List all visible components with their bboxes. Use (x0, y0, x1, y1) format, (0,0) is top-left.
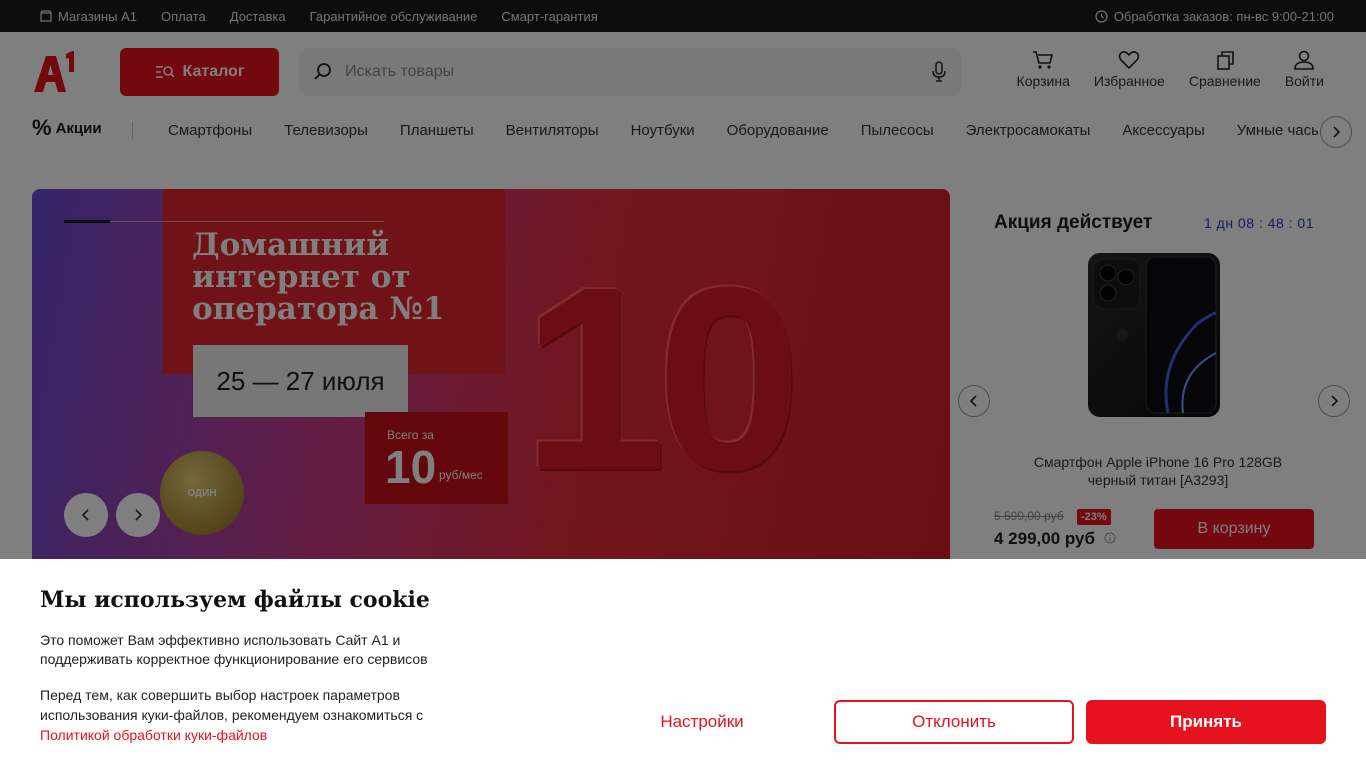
cookie-decline-button[interactable]: Отклонить (834, 700, 1074, 744)
cookie-policy-note: Перед тем, как совершить выбор настроек … (40, 685, 480, 745)
cookie-policy-text: Перед тем, как совершить выбор настроек … (40, 687, 424, 723)
cookie-policy-link[interactable]: Политикой обработки куки-файлов (40, 727, 267, 743)
cookie-accept-button[interactable]: Принять (1086, 700, 1326, 744)
cookie-description: Это поможет Вам эффективно использовать … (40, 632, 428, 667)
cookie-settings-button[interactable]: Настройки (640, 700, 764, 744)
cookie-consent-panel: Мы используем файлы cookie Это поможет В… (0, 559, 1366, 768)
cookie-title: Мы используем файлы cookie (40, 587, 430, 613)
